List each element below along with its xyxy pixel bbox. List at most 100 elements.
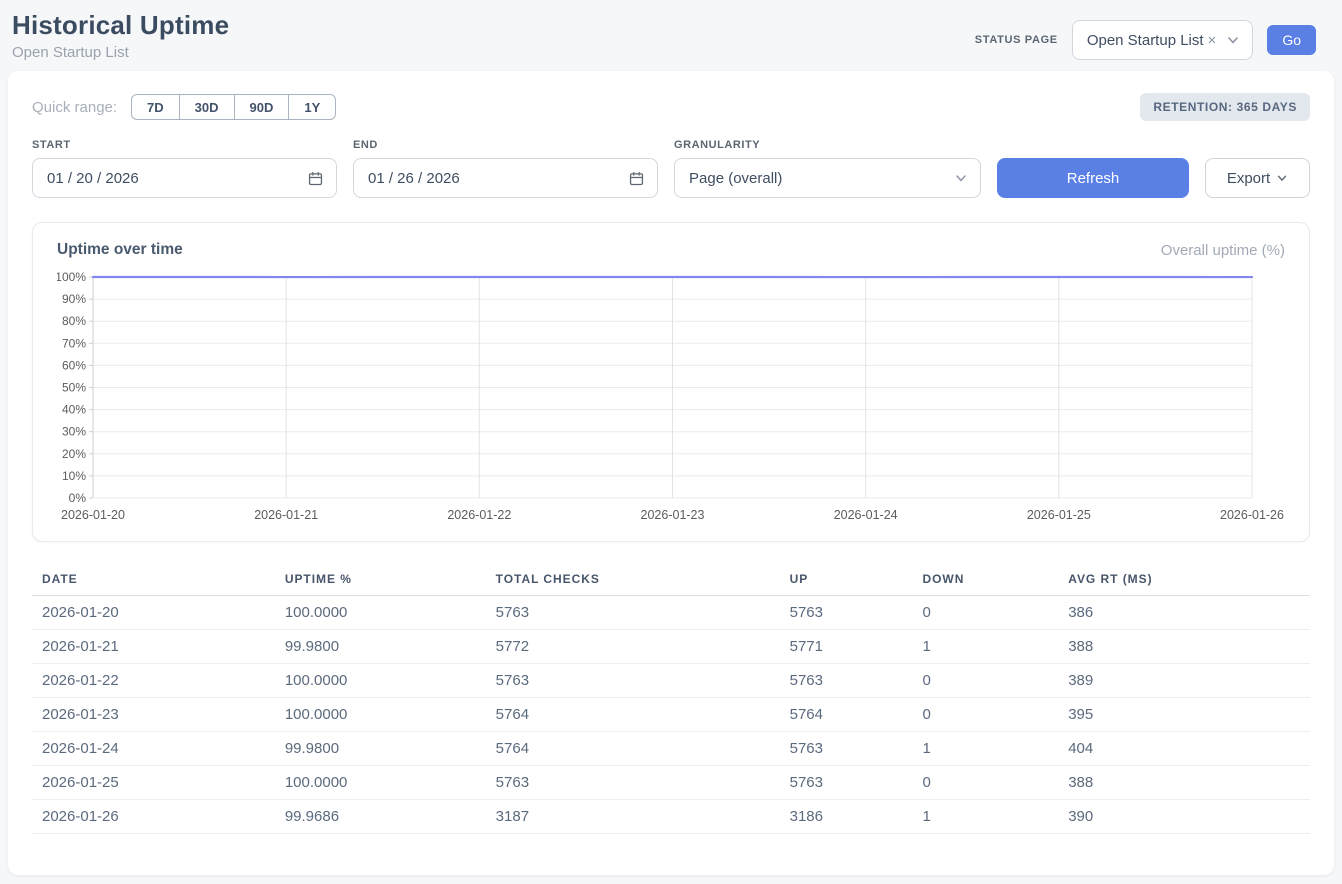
page-header: Historical Uptime Open Startup List STAT… [0,0,1342,69]
calendar-icon[interactable] [307,170,324,187]
table-cell: 0 [913,596,1059,630]
table-cell: 99.9800 [275,732,486,766]
retention-badge: RETENTION: 365 DAYS [1140,93,1310,121]
column-header: UP [780,564,913,596]
svg-text:90%: 90% [62,292,86,306]
table-cell: 390 [1058,800,1310,834]
svg-text:50%: 50% [62,381,86,395]
chart-legend: Overall uptime (%) [1161,242,1285,259]
end-label: END [353,139,658,151]
quick-range-7d-button[interactable]: 7D [131,94,180,120]
table-cell: 1 [913,732,1059,766]
refresh-button[interactable]: Refresh [997,158,1189,198]
table-cell: 99.9800 [275,630,486,664]
svg-text:2026-01-22: 2026-01-22 [447,508,511,522]
quick-range-1y-button[interactable]: 1Y [288,94,336,120]
export-button[interactable]: Export [1205,158,1310,198]
column-header: AVG RT (MS) [1058,564,1310,596]
column-header: TOTAL CHECKS [486,564,780,596]
table-row: 2026-01-20100.0000576357630386 [32,596,1310,630]
table-cell: 2026-01-23 [32,698,275,732]
uptime-table: DATEUPTIME %TOTAL CHECKSUPDOWNAVG RT (MS… [32,564,1310,834]
table-cell: 1 [913,800,1059,834]
table-cell: 2026-01-24 [32,732,275,766]
table-cell: 0 [913,698,1059,732]
table-cell: 388 [1058,766,1310,800]
table-cell: 5764 [486,698,780,732]
table-cell: 386 [1058,596,1310,630]
go-button[interactable]: Go [1267,25,1316,55]
table-row: 2026-01-23100.0000576457640395 [32,698,1310,732]
table-row: 2026-01-25100.0000576357630388 [32,766,1310,800]
export-label: Export [1227,170,1270,187]
table-cell: 3186 [780,800,913,834]
svg-text:10%: 10% [62,469,86,483]
table-cell: 2026-01-20 [32,596,275,630]
start-label: START [32,139,337,151]
chevron-down-icon [954,171,968,185]
table-cell: 100.0000 [275,596,486,630]
svg-text:2026-01-24: 2026-01-24 [834,508,898,522]
column-header: DATE [32,564,275,596]
table-cell: 5763 [486,596,780,630]
svg-text:100%: 100% [57,270,86,284]
table-cell: 0 [913,766,1059,800]
chart-card: Uptime over time Overall uptime (%) 0% 10… [32,222,1310,542]
table-cell: 1 [913,630,1059,664]
table-cell: 2026-01-22 [32,664,275,698]
table-cell: 2026-01-25 [32,766,275,800]
status-page-select[interactable]: Open Startup List × [1072,20,1254,60]
table-cell: 5771 [780,630,913,664]
quick-range-30d-button[interactable]: 30D [179,94,235,120]
table-cell: 404 [1058,732,1310,766]
table-cell: 5763 [780,664,913,698]
table-cell: 99.9686 [275,800,486,834]
table-cell: 5772 [486,630,780,664]
end-date-input[interactable]: 01 / 26 / 2026 [353,158,658,198]
table-cell: 5763 [486,766,780,800]
table-cell: 5763 [780,732,913,766]
svg-text:60%: 60% [62,358,86,372]
table-cell: 5763 [780,596,913,630]
granularity-select[interactable]: Page (overall) [674,158,981,198]
table-cell: 5764 [486,732,780,766]
column-header: UPTIME % [275,564,486,596]
quick-range-label: Quick range: [32,99,117,116]
end-date-value: 01 / 26 / 2026 [368,170,460,187]
svg-text:20%: 20% [62,447,86,461]
svg-text:0%: 0% [69,491,87,505]
svg-text:2026-01-25: 2026-01-25 [1027,508,1091,522]
column-header: DOWN [913,564,1059,596]
chevron-down-icon [1226,33,1240,47]
chart-title: Uptime over time [57,241,183,259]
quick-range-90d-button[interactable]: 90D [234,94,290,120]
table-cell: 5764 [780,698,913,732]
clear-icon[interactable]: × [1206,32,1219,49]
table-cell: 3187 [486,800,780,834]
svg-text:2026-01-26: 2026-01-26 [1220,508,1284,522]
table-row: 2026-01-2699.9686318731861390 [32,800,1310,834]
svg-text:70%: 70% [62,336,86,350]
table-cell: 100.0000 [275,698,486,732]
table-row: 2026-01-22100.0000576357630389 [32,664,1310,698]
svg-text:2026-01-21: 2026-01-21 [254,508,318,522]
uptime-chart: 0%10%20%30%40%50%60%70%80%90%100%2026-01… [57,269,1285,527]
table-cell: 5763 [780,766,913,800]
table-cell: 2026-01-26 [32,800,275,834]
granularity-label: GRANULARITY [674,139,981,151]
table-cell: 395 [1058,698,1310,732]
granularity-value: Page (overall) [689,170,782,187]
quick-range-group: 7D30D90D1Y [131,94,336,120]
calendar-icon[interactable] [628,170,645,187]
svg-text:30%: 30% [62,425,86,439]
table-cell: 100.0000 [275,664,486,698]
table-header-row: DATEUPTIME %TOTAL CHECKSUPDOWNAVG RT (MS… [32,564,1310,596]
table-cell: 0 [913,664,1059,698]
table-cell: 389 [1058,664,1310,698]
start-date-input[interactable]: 01 / 20 / 2026 [32,158,337,198]
table-cell: 388 [1058,630,1310,664]
table-row: 2026-01-2499.9800576457631404 [32,732,1310,766]
svg-text:2026-01-23: 2026-01-23 [641,508,705,522]
table-cell: 5763 [486,664,780,698]
chevron-down-icon [1276,172,1288,184]
